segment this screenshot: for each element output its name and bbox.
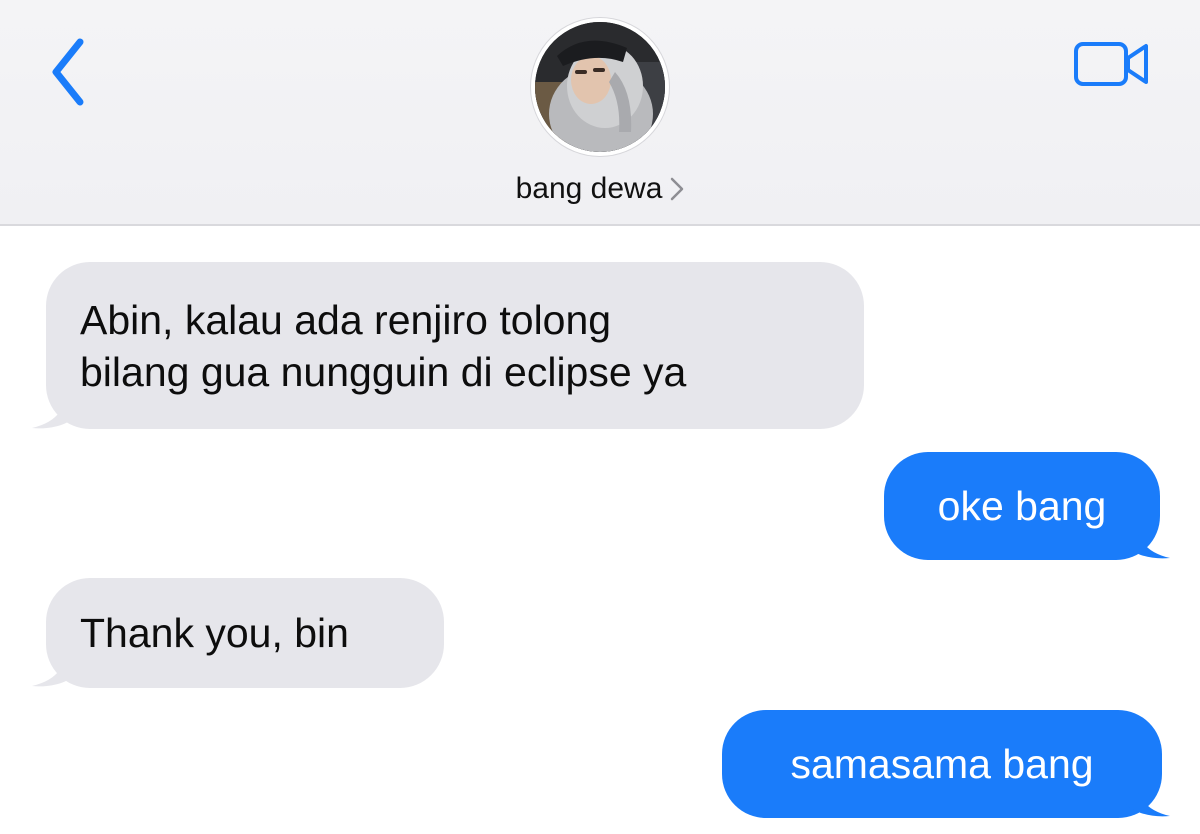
message-text-line: bilang gua nungguin di eclipse ya: [80, 348, 687, 395]
bubble-tail: [1124, 514, 1170, 559]
bubble-tail: [32, 642, 78, 687]
bubble-tail: [32, 384, 78, 429]
message-bubble-outgoing[interactable]: samasama bang: [722, 710, 1162, 818]
message-bubble-incoming[interactable]: Abin, kalau ada renjiro tolong bilang gu…: [46, 262, 864, 429]
chevron-right-icon: [670, 177, 684, 201]
message-text: samasama bang: [790, 741, 1094, 787]
contact-name-button[interactable]: bang dewa: [0, 172, 1200, 206]
chevron-left-icon: [52, 38, 84, 106]
message-text: Thank you, bin: [80, 610, 349, 656]
contact-name: bang dewa: [515, 172, 663, 205]
person-photo: [535, 22, 665, 152]
video-call-button[interactable]: [1068, 34, 1156, 94]
conversation-header: bang dewa: [0, 0, 1200, 226]
message-text: oke bang: [937, 483, 1107, 529]
bubble-tail: [1124, 772, 1170, 817]
video-camera-icon: [1074, 42, 1148, 86]
avatar[interactable]: [531, 18, 669, 156]
back-button[interactable]: [40, 34, 96, 110]
message-bubble-incoming[interactable]: Thank you, bin: [46, 578, 444, 688]
message-text-line: Abin, kalau ada renjiro tolong: [80, 296, 612, 343]
message-bubble-outgoing[interactable]: oke bang: [884, 452, 1160, 560]
